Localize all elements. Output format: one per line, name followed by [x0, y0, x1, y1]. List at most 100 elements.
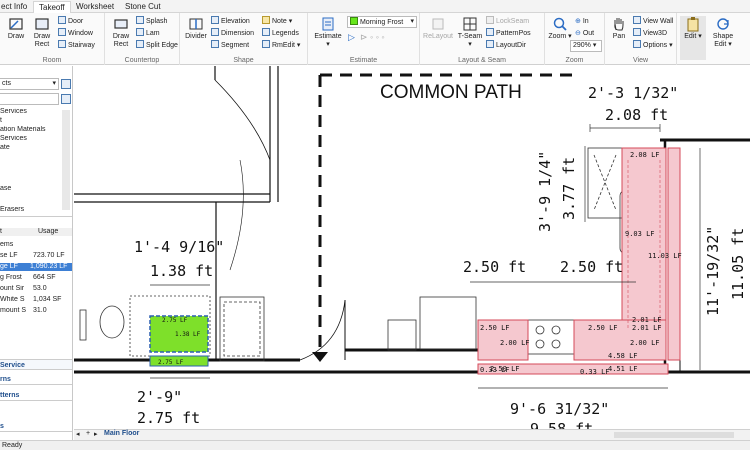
table-row-selected[interactable]: ge LF 1,090.23 LF — [0, 263, 72, 271]
table-row[interactable]: g Frost 664 SF — [0, 274, 72, 282]
pan-button[interactable]: Pan — [606, 16, 632, 41]
draw-button[interactable]: Draw — [3, 16, 29, 41]
refresh-icon — [717, 18, 729, 30]
rmedit-icon — [262, 40, 270, 48]
splash-button[interactable]: Splash — [136, 16, 167, 27]
stairway-button[interactable]: Stairway — [58, 40, 95, 51]
lam-button[interactable]: Lam — [136, 28, 160, 39]
tab-worksheet[interactable]: Worksheet — [71, 1, 119, 13]
elevation-button[interactable]: Elevation — [211, 16, 250, 27]
section-tterns[interactable]: tterns — [0, 390, 72, 401]
svg-text:4.51 LF: 4.51 LF — [608, 365, 638, 373]
svg-text:1.38 ft: 1.38 ft — [150, 262, 213, 280]
view3d-button[interactable]: View3D — [633, 28, 667, 39]
prev-sheet-icon[interactable]: ◂ — [76, 430, 80, 438]
group-estimate: Estimate ▾ Morning Frost ▾ ▷ ⊳ ◦ ◦ ◦ Est… — [308, 13, 420, 65]
zoom-out-button[interactable]: ⊖ Out — [575, 28, 594, 39]
tree-item[interactable]: ate — [0, 144, 72, 152]
section-service[interactable]: Service — [0, 359, 72, 370]
tree-item[interactable]: ase — [0, 185, 72, 193]
window-button[interactable]: Window — [58, 28, 93, 39]
lockseam-button[interactable]: LockSeam — [486, 16, 529, 27]
section-patterns[interactable]: rns — [0, 374, 72, 385]
material-dropdown[interactable]: Morning Frost ▾ — [347, 16, 417, 28]
tree-item[interactable]: Erasers — [0, 206, 72, 214]
table-row[interactable]: White S 1,034 SF — [0, 296, 72, 304]
dimension-button[interactable]: Dimension — [211, 28, 254, 39]
svg-text:2.75 LF: 2.75 LF — [162, 317, 188, 324]
svg-text:4.58 LF: 4.58 LF — [608, 352, 638, 360]
zoom-in-button[interactable]: ⊕ In — [575, 16, 589, 27]
section-s[interactable]: s — [0, 421, 72, 432]
svg-text:11'-19/32": 11'-19/32" — [704, 226, 722, 316]
patternpos-button[interactable]: PatternPos — [486, 28, 531, 39]
tab-stone-cut[interactable]: Stone Cut — [120, 1, 166, 13]
lock-icon — [486, 16, 494, 24]
magnifier-icon — [553, 17, 567, 31]
tree-item[interactable]: Services — [0, 135, 72, 143]
add-sheet-button[interactable]: + — [86, 430, 90, 437]
options-button[interactable]: Options ▾ — [633, 40, 673, 51]
next-sheet-icon[interactable]: ▸ — [94, 430, 98, 438]
category-dropdown[interactable]: cts ▾ — [0, 78, 59, 90]
svg-text:11.03 LF: 11.03 LF — [648, 252, 682, 260]
gear-icon — [633, 40, 641, 48]
layoutdir-button[interactable]: LayoutDir — [486, 40, 526, 51]
group-label-estimate: Estimate — [349, 57, 378, 64]
tree-item[interactable]: Services — [0, 108, 72, 116]
group-layout-seam: ReLayout T-Seam ▾ LockSeam PatternPos La… — [420, 13, 545, 65]
edit-button[interactable]: Edit ▾ — [680, 16, 706, 60]
relayout-button[interactable]: ReLayout — [422, 16, 454, 41]
common-path-label: COMMON PATH — [380, 82, 522, 103]
zoom-button[interactable]: Zoom ▾ — [547, 16, 573, 41]
countertop-draw-rect-button[interactable]: Draw Rect — [108, 16, 134, 49]
svg-text:0.33 LF: 0.33 LF — [580, 368, 610, 376]
shape-edit-button[interactable]: Shape Edit ▾ — [708, 16, 738, 49]
hand-icon — [614, 18, 624, 31]
filter-input[interactable] — [0, 93, 59, 105]
table-row[interactable]: ount Sir 53.0 — [0, 285, 72, 293]
svg-text:2.50 ft: 2.50 ft — [463, 258, 526, 276]
split-edge-icon — [136, 40, 144, 48]
door-button[interactable]: Door — [58, 16, 83, 27]
split-edge-button[interactable]: Split Edge — [136, 40, 178, 51]
drawing-canvas[interactable]: COMMON PATH 2.08 LF 9.03 LF 11.03 LF 2.5… — [74, 66, 750, 429]
divider-button[interactable]: Divider — [183, 16, 209, 41]
draw-rect-icon — [35, 18, 49, 30]
tseam-button[interactable]: T-Seam ▾ — [456, 16, 484, 49]
svg-text:2.50 LF: 2.50 LF — [490, 365, 520, 373]
legends-button[interactable]: Legends — [262, 28, 299, 39]
link-icon[interactable] — [61, 79, 71, 89]
note-button[interactable]: Note ▾ — [262, 16, 292, 27]
svg-text:2.50 ft: 2.50 ft — [560, 258, 623, 276]
floorplan-drawing: COMMON PATH 2.08 LF 9.03 LF 11.03 LF 2.5… — [74, 66, 750, 429]
svg-text:2.08 ft: 2.08 ft — [605, 106, 668, 124]
tab-project-info[interactable]: ect Info — [0, 1, 32, 13]
cube-icon — [633, 28, 641, 36]
segment-button[interactable]: Segment — [211, 40, 249, 51]
group-label-countertop: Countertop — [124, 57, 160, 64]
tree-scrollbar[interactable] — [62, 110, 70, 210]
play-icon[interactable]: ▷ — [348, 32, 355, 43]
view-wall-button[interactable]: View Wall — [633, 16, 673, 27]
table-row[interactable]: ems — [0, 241, 72, 249]
sheet-tab-main-floor[interactable]: Main Floor — [104, 430, 139, 437]
draw-rect-button[interactable]: Draw Rect — [29, 16, 55, 49]
settings-icon[interactable] — [61, 94, 71, 104]
table-row[interactable]: se LF 723.70 LF — [0, 252, 72, 260]
step-icon[interactable]: ⊳ ◦ ◦ ◦ — [360, 32, 385, 43]
rmedit-button[interactable]: RmEdit ▾ — [262, 40, 300, 51]
horizontal-scrollbar[interactable] — [614, 432, 734, 438]
chevron-down-icon: ▾ — [52, 80, 56, 87]
tab-takeoff[interactable]: Takeoff — [33, 1, 71, 13]
chevron-down-icon: ▾ — [410, 18, 414, 25]
table-row[interactable]: mount S 31.0 — [0, 307, 72, 315]
legends-icon — [262, 28, 270, 36]
svg-text:2.08 LF: 2.08 LF — [630, 151, 660, 159]
tree-item[interactable]: ation Materials — [0, 126, 72, 134]
wall-icon — [633, 16, 641, 24]
estimate-button[interactable]: Estimate ▾ — [312, 16, 344, 49]
group-room: Draw Draw Rect Door Window Stairway Room — [0, 13, 105, 65]
zoom-level-dropdown[interactable]: 290% ▾ — [570, 40, 602, 52]
tree-item[interactable]: t — [0, 117, 72, 125]
